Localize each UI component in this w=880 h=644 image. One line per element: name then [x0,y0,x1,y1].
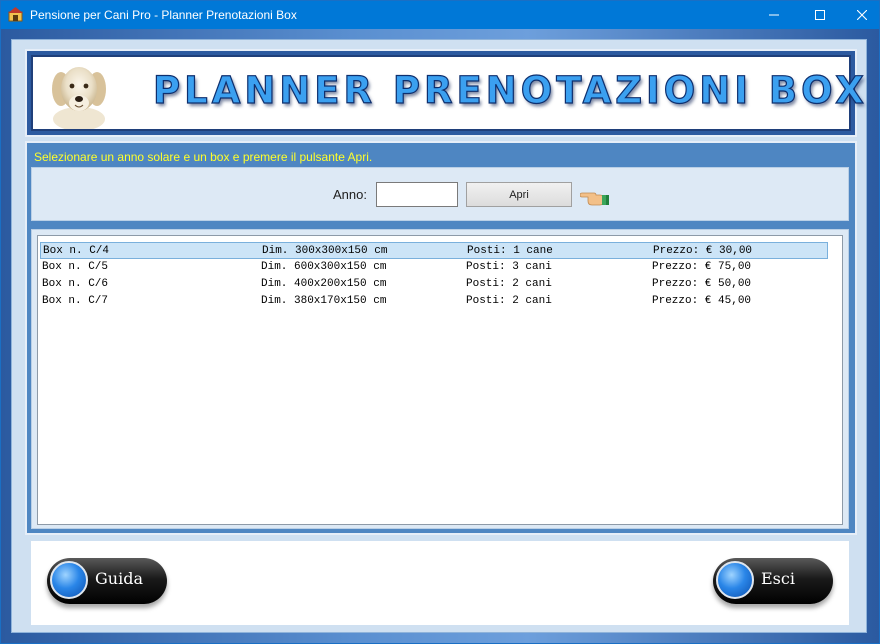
box-list[interactable]: Box n. C/4 Dim. 300x300x150 cm Posti: 1 … [37,235,843,525]
box-dimensions: Dim. 300x300x150 cm [262,245,388,257]
year-form: Anno: Apri [31,167,849,221]
maximize-icon [815,10,825,20]
instruction-text: Selezionare un anno solare e un box e pr… [34,150,373,164]
window-title: Pensione per Cani Pro - Planner Prenotaz… [30,8,297,22]
box-id: Box n. C/6 [42,278,109,290]
app-window: Pensione per Cani Pro - Planner Prenotaz… [0,0,880,644]
maximize-button[interactable] [797,1,843,29]
box-places: Posti: 1 cane [467,245,553,257]
box-places: Posti: 2 cani [466,278,552,290]
header-banner-inner: PLANNER PRENOTAZIONI BOX [31,55,864,131]
list-item[interactable]: Box n. C/6 Dim. 400x200x150 cm Posti: 2 … [40,276,828,293]
guida-label: Guida [95,569,143,588]
esci-label: Esci [761,569,795,588]
box-list-frame: Box n. C/4 Dim. 300x300x150 cm Posti: 1 … [31,229,849,529]
list-item[interactable]: Box n. C/7 Dim. 380x170x150 cm Posti: 2 … [40,293,828,310]
esci-button[interactable]: Esci [713,558,833,604]
anno-label: Anno: [333,187,367,202]
box-id: Box n. C/5 [42,261,109,273]
header-banner: PLANNER PRENOTAZIONI BOX [25,49,864,137]
box-places: Posti: 3 cani [466,261,552,273]
minimize-button[interactable] [751,1,797,29]
box-id: Box n. C/4 [43,245,110,257]
blue-orb-icon [50,561,88,599]
box-dimensions: Dim. 400x200x150 cm [261,278,387,290]
list-item[interactable]: Box n. C/5 Dim. 600x300x150 cm Posti: 3 … [40,259,828,276]
box-places: Posti: 2 cani [466,295,552,307]
box-price: Prezzo: € 50,00 [652,278,752,290]
minimize-icon [769,14,779,16]
anno-input[interactable] [376,182,458,207]
app-icon [8,7,23,22]
box-id: Box n. C/7 [42,295,109,307]
close-icon [857,10,867,20]
guida-button[interactable]: Guida [47,558,167,604]
box-price: Prezzo: € 30,00 [653,245,753,257]
box-price: Prezzo: € 45,00 [652,295,752,307]
box-price: Prezzo: € 75,00 [652,261,752,273]
banner-title: PLANNER PRENOTAZIONI BOX [152,68,868,112]
close-button[interactable] [839,1,879,29]
blue-orb-icon [716,561,754,599]
dog-photo [52,67,106,129]
list-item[interactable]: Box n. C/4 Dim. 300x300x150 cm Posti: 1 … [40,242,828,259]
pointing-hand-icon [580,192,609,206]
apri-button[interactable]: Apri [466,182,572,207]
bottom-panel: Guida Esci [31,541,849,625]
box-dimensions: Dim. 380x170x150 cm [261,295,387,307]
title-bar[interactable]: Pensione per Cani Pro - Planner Prenotaz… [1,1,879,29]
box-dimensions: Dim. 600x300x150 cm [261,261,387,273]
selection-panel: Selezionare un anno solare e un box e pr… [25,141,857,535]
